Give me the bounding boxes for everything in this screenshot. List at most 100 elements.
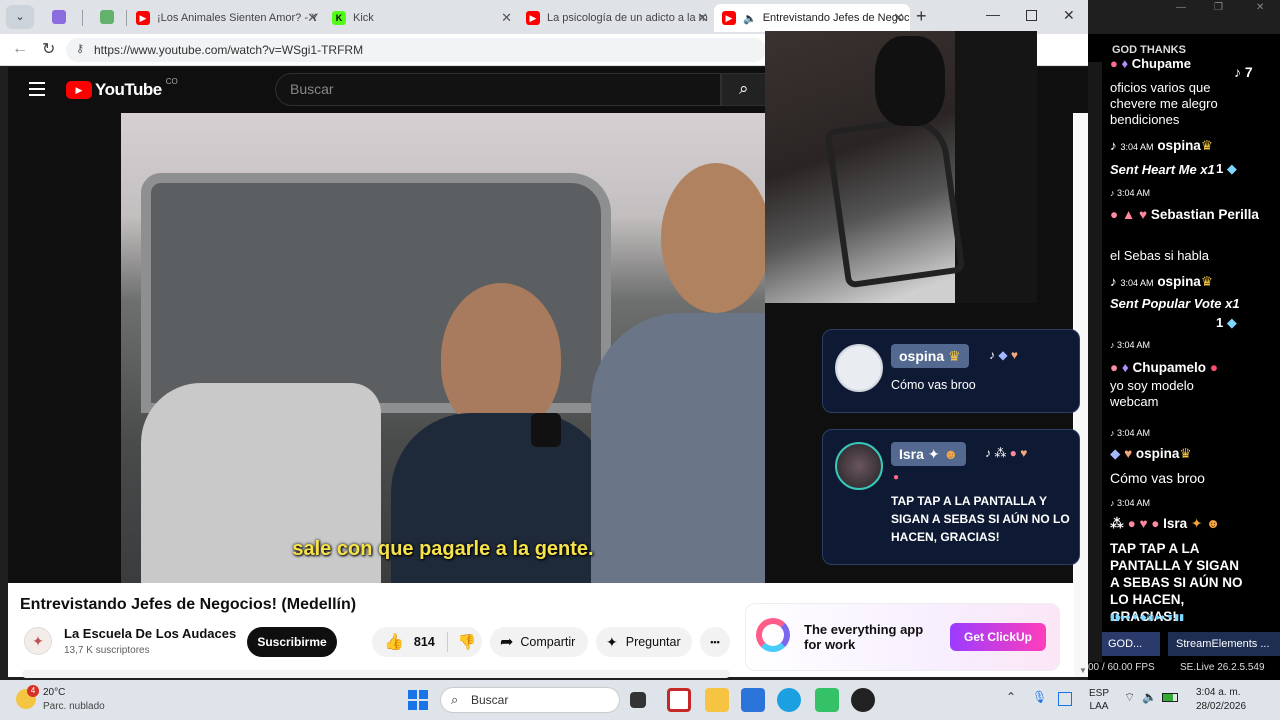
selive-version: SE.Live 26.2.5.549 xyxy=(1180,662,1265,673)
speaker-icon[interactable]: 🔈 xyxy=(743,12,757,25)
clock-time[interactable]: 3:04 a. m. xyxy=(1196,687,1240,698)
menu-icon[interactable] xyxy=(29,82,45,96)
url-field[interactable]: ⚷ https://www.youtube.com/watch?v=WSgi1-… xyxy=(66,38,766,62)
restore-icon[interactable]: ❐ xyxy=(1214,2,1223,13)
tab-label: Kick xyxy=(353,12,374,24)
back-button[interactable]: ← xyxy=(12,40,28,58)
close-tab-icon[interactable]: ✕ xyxy=(697,10,708,26)
tab-label: La psicología de un adicto a la m xyxy=(547,12,708,24)
close-tab-icon[interactable]: ✕ xyxy=(307,10,318,26)
obs-icon[interactable] xyxy=(851,688,875,712)
reload-button[interactable]: ↻ xyxy=(42,39,55,59)
tab-animales[interactable]: ▶ ¡Los Animales Sienten Amor? - Y ✕ xyxy=(128,4,324,32)
chat-scroll-marker xyxy=(1088,62,1102,662)
gift-count: 1 ◆ xyxy=(1216,315,1237,330)
share-label: Compartir xyxy=(520,635,576,649)
youtube-logo[interactable]: ▶ YouTube CO xyxy=(66,77,178,100)
new-tab-button[interactable]: + xyxy=(916,6,927,27)
close-tab-icon[interactable]: ✕ xyxy=(893,10,904,26)
badge-icon: ● xyxy=(1110,56,1122,71)
store-icon[interactable] xyxy=(741,688,765,712)
minimize-button[interactable]: — xyxy=(986,6,1000,22)
search-icon: ⌕ xyxy=(739,79,749,98)
subscribe-button[interactable]: Suscribirme xyxy=(247,627,337,657)
emote-row: ▮▮●●▼◆◉●●▼▮▮ xyxy=(1110,612,1185,622)
sparkle-icon: ✦ xyxy=(606,633,618,650)
username: ◆ ♥ ospina♛ xyxy=(1110,446,1192,461)
tab-psicologia[interactable]: ▶ La psicología de un adicto a la m ✕ xyxy=(518,4,714,32)
tray-chevron-icon[interactable]: ⌃ xyxy=(1006,690,1016,704)
browser-tab-bar: ⌄ ▶ ¡Los Animales Sienten Amor? - Y ✕ K … xyxy=(0,0,1088,34)
app-icon[interactable] xyxy=(667,688,691,712)
ad-banner[interactable]: The everything app for work Get ClickUp xyxy=(745,603,1060,671)
ad-cta-button[interactable]: Get ClickUp xyxy=(950,623,1046,651)
tab-favicon-2[interactable] xyxy=(100,10,114,24)
close-tab-icon[interactable]: ✕ xyxy=(501,10,512,26)
battery-icon[interactable] xyxy=(1162,693,1178,702)
minimize-icon[interactable]: — xyxy=(1176,2,1186,13)
temperature[interactable]: 20°C xyxy=(43,687,65,698)
dislike-button[interactable]: 👎 xyxy=(458,633,477,651)
kick-icon: K xyxy=(332,11,346,25)
username: ospina xyxy=(899,348,945,364)
tab-favicon-1[interactable] xyxy=(52,10,66,24)
more-actions-button[interactable]: ••• xyxy=(700,627,730,657)
chat-message: ● ♦ Chupame xyxy=(1110,56,1191,71)
close-icon[interactable]: ✕ xyxy=(1256,2,1264,13)
language-indicator[interactable]: ESP LAA xyxy=(1089,687,1109,713)
app-icon-2[interactable] xyxy=(815,688,839,712)
ask-button[interactable]: ✦ Preguntar xyxy=(596,627,692,657)
tab-kick[interactable]: K Kick ✕ xyxy=(324,4,518,32)
tray-app-icon[interactable] xyxy=(1058,692,1072,706)
share-button[interactable]: ➦ Compartir xyxy=(490,627,588,657)
weather-text: Parc. nublado xyxy=(43,701,105,712)
crown-icon: ♛ xyxy=(948,348,961,364)
chat-text: Sent Popular Vote x1 xyxy=(1110,296,1240,311)
chat-message: ♪ 3:04 AM xyxy=(1110,188,1151,198)
channel-avatar[interactable]: ✦ xyxy=(24,627,52,655)
ask-label: Preguntar xyxy=(625,635,681,649)
maximize-button[interactable] xyxy=(1026,10,1037,21)
channel-name[interactable]: La Escuela De Los Audaces xyxy=(64,626,236,641)
obs-tab-streamelements[interactable]: StreamElements ... xyxy=(1168,632,1280,656)
youtube-icon: ▶ xyxy=(526,11,540,25)
search-input[interactable]: Buscar xyxy=(275,73,721,106)
badge-icon: ● xyxy=(893,472,900,483)
like-button[interactable]: 👍 814 xyxy=(372,632,435,652)
search-icon: ⌕ xyxy=(451,692,459,707)
chat-message: ♪ 3:04 AM xyxy=(1110,498,1151,508)
chat-text: oficios varios que chevere me alegro ben… xyxy=(1110,80,1218,127)
clock-date[interactable]: 28/02/2026 xyxy=(1196,701,1246,712)
site-info-icon[interactable]: ⚷ xyxy=(76,42,84,55)
message-text: TAP TAP A LA PANTALLA Y SIGAN A SEBAS SI… xyxy=(891,494,1070,544)
url-text: https://www.youtube.com/watch?v=WSgi1-TR… xyxy=(94,43,364,57)
start-button[interactable] xyxy=(408,690,428,710)
tiktok-like-counter: ♪ 7 xyxy=(1234,64,1253,80)
file-explorer-icon[interactable] xyxy=(705,688,729,712)
clickup-logo-icon xyxy=(756,618,790,652)
webcam-overlay xyxy=(765,31,1037,303)
mic-icon[interactable]: 🎙 xyxy=(1032,690,1047,704)
bike-shape xyxy=(824,113,966,289)
tab-label: ¡Los Animales Sienten Amor? - Y xyxy=(157,12,319,24)
chat-text: yo soy modelo webcam xyxy=(1110,378,1194,409)
task-view-icon[interactable] xyxy=(630,692,646,708)
obs-window-controls: — ❐ ✕ xyxy=(1120,2,1280,18)
edge-icon[interactable] xyxy=(777,688,801,712)
close-window-button[interactable]: ✕ xyxy=(1063,7,1075,24)
tab-active-entrevistando[interactable]: ▶ 🔈 Entrevistando Jefes de Negoc ✕ xyxy=(714,4,910,32)
thumbs-up-icon: 👍 xyxy=(384,634,404,651)
video-frame[interactable] xyxy=(121,113,765,583)
username-badge: Isra ✦ ☻ xyxy=(891,442,967,466)
tab-list-button[interactable]: ⌄ xyxy=(6,5,34,29)
taskbar-search[interactable]: ⌕ Buscar xyxy=(440,687,620,713)
driver-shape xyxy=(441,283,561,433)
youtube-icon: ▶ xyxy=(136,11,150,25)
username: ⁂ ● ♥ ● Isra ✦ ☻ xyxy=(1110,516,1221,531)
wifi-icon[interactable]: ⌔ xyxy=(1124,690,1135,705)
bag-shape xyxy=(875,36,945,126)
badge-icons: ♪ ◆ ♥ xyxy=(989,348,1019,362)
obs-tab-god[interactable]: GOD... xyxy=(1102,632,1160,656)
avatar xyxy=(835,344,883,392)
volume-icon[interactable]: 🔈 xyxy=(1142,690,1157,704)
